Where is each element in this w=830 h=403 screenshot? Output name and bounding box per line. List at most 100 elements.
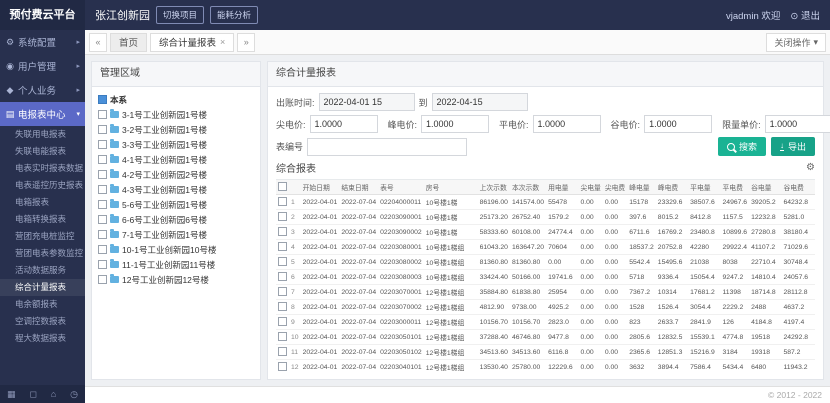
row-checkbox[interactable] bbox=[278, 227, 287, 236]
close-actions-button[interactable]: 关闭操作 ▾ bbox=[766, 33, 826, 52]
tree-item[interactable]: 3-2号工业创新园1号楼 bbox=[98, 122, 254, 137]
switch-project-button[interactable]: 切换项目 bbox=[156, 6, 204, 24]
sidebar-subitem[interactable]: 活动数据服务 bbox=[0, 262, 85, 279]
sidebar-subitem[interactable]: 营团充电桩监控 bbox=[0, 228, 85, 245]
monitor-icon[interactable]: ◻ bbox=[29, 389, 36, 400]
sidebar-subitem[interactable]: 失联电能报表 bbox=[0, 143, 85, 160]
sidebar-subitem[interactable]: 营团电表参数监控 bbox=[0, 245, 85, 262]
table-row: 72022-04-012022-07-040220307000112号楼1梯组3… bbox=[276, 285, 815, 300]
sidebar-subitem[interactable]: 电箱报表 bbox=[0, 194, 85, 211]
column-header: 房号 bbox=[424, 180, 478, 195]
tree-item[interactable]: 4-3号工业创新园1号楼 bbox=[98, 182, 254, 197]
price-input[interactable] bbox=[765, 115, 830, 133]
price-input[interactable] bbox=[310, 115, 378, 133]
tree-item-checkbox[interactable] bbox=[98, 230, 107, 239]
tree-item[interactable]: 10-1号工业创新园10号楼 bbox=[98, 242, 254, 257]
tree-item[interactable]: 3-3号工业创新园1号楼 bbox=[98, 137, 254, 152]
row-checkbox[interactable] bbox=[278, 287, 287, 296]
sidebar-item-personal-business[interactable]: ◆个人业务▸ bbox=[0, 78, 85, 102]
row-checkbox[interactable] bbox=[278, 332, 287, 341]
row-checkbox[interactable] bbox=[278, 302, 287, 311]
row-checkbox[interactable] bbox=[278, 362, 287, 371]
tree-item-checkbox[interactable] bbox=[98, 125, 107, 134]
tree-item-checkbox[interactable] bbox=[98, 215, 107, 224]
tab-report[interactable]: 综合计量报表× bbox=[150, 33, 234, 52]
export-button[interactable]: ↓ 导出 bbox=[771, 137, 815, 156]
sidebar-subitem[interactable]: 电余额报表 bbox=[0, 296, 85, 313]
cell: 4925.2 bbox=[546, 300, 578, 315]
row-checkbox[interactable] bbox=[278, 242, 287, 251]
sidebar-subitem[interactable]: 综合计量报表 bbox=[0, 279, 85, 296]
tab-home[interactable]: 首页 bbox=[110, 33, 147, 52]
price-input[interactable] bbox=[533, 115, 601, 133]
select-all-checkbox[interactable] bbox=[278, 182, 287, 191]
sidebar-subitem[interactable]: 空调控数报表 bbox=[0, 313, 85, 330]
cell: 17681.2 bbox=[688, 285, 720, 300]
grid-icon[interactable]: ▦ bbox=[7, 389, 16, 400]
tree-item-checkbox[interactable] bbox=[98, 110, 107, 119]
cell: 587.2 bbox=[781, 345, 813, 360]
tree-item[interactable]: 3-1号工业创新园1号楼 bbox=[98, 107, 254, 122]
cell: 5880.8 bbox=[814, 255, 815, 270]
tree-item[interactable]: 12号工业创新园12号楼 bbox=[98, 272, 254, 287]
sidebar-subitem[interactable]: 电表遥控历史报表 bbox=[0, 177, 85, 194]
logout-button[interactable]: ⊙ 退出 bbox=[790, 8, 820, 22]
cell: 37288.40 bbox=[478, 330, 510, 345]
cell: 02203070002 bbox=[378, 300, 424, 315]
meter-no-input[interactable] bbox=[307, 138, 467, 156]
row-checkbox[interactable] bbox=[278, 272, 287, 281]
row-checkbox[interactable] bbox=[278, 347, 287, 356]
tree-item-checkbox[interactable] bbox=[98, 245, 107, 254]
sidebar-subitem[interactable]: 电箱转换报表 bbox=[0, 211, 85, 228]
sidebar-item-system-config[interactable]: ⚙系统配置▸ bbox=[0, 30, 85, 54]
table-wrap[interactable]: 开始日期结束日期表号房号上次示数本次示数用电量尖电量尖电费峰电量峰电费平电量平电… bbox=[276, 179, 815, 373]
cell: 15495.6 bbox=[656, 255, 688, 270]
row-checkbox[interactable] bbox=[278, 197, 287, 206]
clock-icon[interactable]: ◷ bbox=[70, 389, 78, 400]
tree-root[interactable]: 本系 bbox=[98, 92, 254, 107]
tab-close-icon[interactable]: × bbox=[220, 37, 225, 47]
cell: 2805.6 bbox=[627, 330, 656, 345]
table-settings-gear-icon[interactable]: ⚙ bbox=[806, 162, 815, 173]
search-button[interactable]: 搜索 bbox=[718, 137, 766, 156]
tree-item-checkbox[interactable] bbox=[98, 275, 107, 284]
tree-item-checkbox[interactable] bbox=[98, 140, 107, 149]
price-input[interactable] bbox=[644, 115, 712, 133]
tree-item-checkbox[interactable] bbox=[98, 200, 107, 209]
energy-analysis-button[interactable]: 能耗分析 bbox=[210, 6, 258, 24]
cell: 4637.2 bbox=[781, 300, 813, 315]
tree-item-checkbox[interactable] bbox=[98, 155, 107, 164]
tree-root-checkbox[interactable] bbox=[98, 95, 107, 104]
cell: 22710.4 bbox=[749, 255, 781, 270]
tree-item-checkbox[interactable] bbox=[98, 170, 107, 179]
sidebar-item-user-management[interactable]: ◉用户管理▸ bbox=[0, 54, 85, 78]
row-checkbox[interactable] bbox=[278, 212, 287, 221]
tab-prev-button[interactable]: « bbox=[89, 33, 107, 52]
date-from-input[interactable] bbox=[319, 93, 415, 111]
price-label: 限量单价: bbox=[722, 118, 761, 131]
row-checkbox[interactable] bbox=[278, 317, 287, 326]
tab-next-button[interactable]: » bbox=[237, 33, 255, 52]
date-to-input[interactable] bbox=[432, 93, 528, 111]
home-icon[interactable]: ⌂ bbox=[51, 389, 56, 399]
price-input[interactable] bbox=[421, 115, 489, 133]
tree-item-checkbox[interactable] bbox=[98, 185, 107, 194]
cell: 4812.90 bbox=[478, 300, 510, 315]
row-checkbox[interactable] bbox=[278, 257, 287, 266]
row-number: 6 bbox=[289, 270, 301, 285]
tree-item[interactable]: 4-1号工业创新园1号楼 bbox=[98, 152, 254, 167]
sidebar-subitem[interactable]: 失联用电报表 bbox=[0, 126, 85, 143]
cell: 10号楼1梯组 bbox=[424, 255, 478, 270]
tree-item[interactable]: 4-2号工业创新园2号楼 bbox=[98, 167, 254, 182]
tree-item[interactable]: 6-6号工业创新园6号楼 bbox=[98, 212, 254, 227]
tree-item[interactable]: 5-6号工业创新园1号楼 bbox=[98, 197, 254, 212]
cell: 02203000011 bbox=[378, 315, 424, 330]
tree-item[interactable]: 7-1号工业创新园1号楼 bbox=[98, 227, 254, 242]
tree-item[interactable]: 11-1号工业创新园11号楼 bbox=[98, 257, 254, 272]
sidebar-subitem[interactable]: 电表实时报表数据 bbox=[0, 160, 85, 177]
tree-item-checkbox[interactable] bbox=[98, 260, 107, 269]
tab-list: 首页综合计量报表× bbox=[110, 33, 234, 52]
sidebar-subitem[interactable]: 程大数据报表 bbox=[0, 330, 85, 347]
cell: 02203050101 bbox=[378, 330, 424, 345]
sidebar-item-report-center[interactable]: ▤电报表中心▾ bbox=[0, 102, 85, 126]
